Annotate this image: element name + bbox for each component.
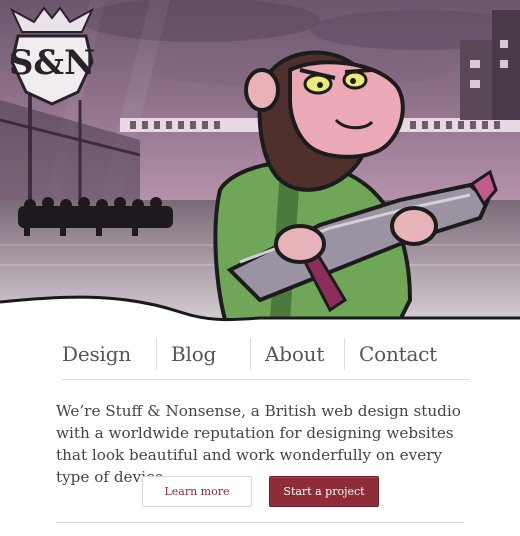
monkey-illustration: S&N: [0, 0, 520, 325]
svg-text:S&N: S&N: [9, 43, 95, 83]
nav-item-design[interactable]: Design: [62, 338, 156, 370]
hero-illustration: S&N: [0, 0, 520, 325]
learn-more-button[interactable]: Learn more: [142, 476, 252, 507]
nav-item-about[interactable]: About: [250, 338, 344, 370]
start-project-button[interactable]: Start a project: [269, 476, 379, 507]
nav-item-contact[interactable]: Contact: [344, 338, 470, 370]
main-navigation: Design Blog About Contact: [62, 338, 470, 380]
nav-item-blog[interactable]: Blog: [156, 338, 250, 370]
section-divider: [56, 522, 464, 523]
intro-text: We’re Stuff & Nonsense, a British web de…: [56, 402, 461, 486]
